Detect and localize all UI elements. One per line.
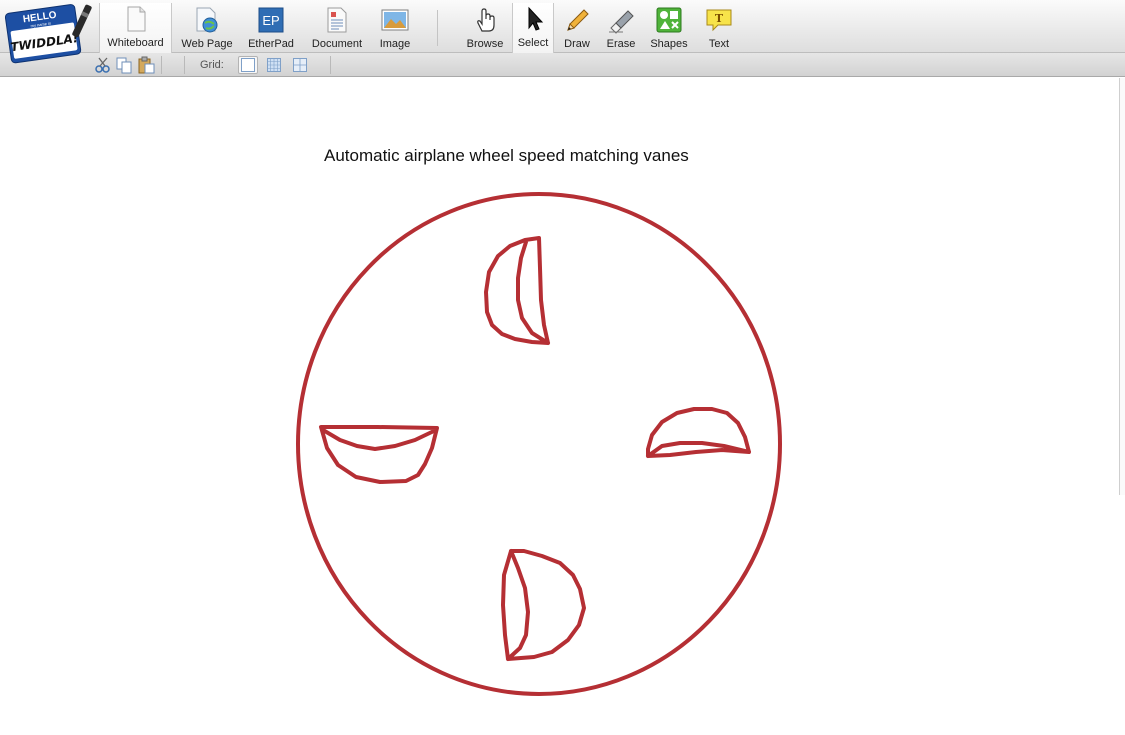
- twiddla-logo[interactable]: HELLO my name is TWIDDLA!: [2, 2, 94, 64]
- whiteboard-drawing[interactable]: [0, 0, 1125, 735]
- vane-bottom[interactable]: [501, 549, 586, 661]
- vane-left[interactable]: [319, 425, 439, 484]
- vane-right[interactable]: [646, 407, 751, 458]
- vane-top[interactable]: [484, 236, 550, 345]
- whiteboard-title-text[interactable]: Automatic airplane wheel speed matching …: [324, 146, 689, 166]
